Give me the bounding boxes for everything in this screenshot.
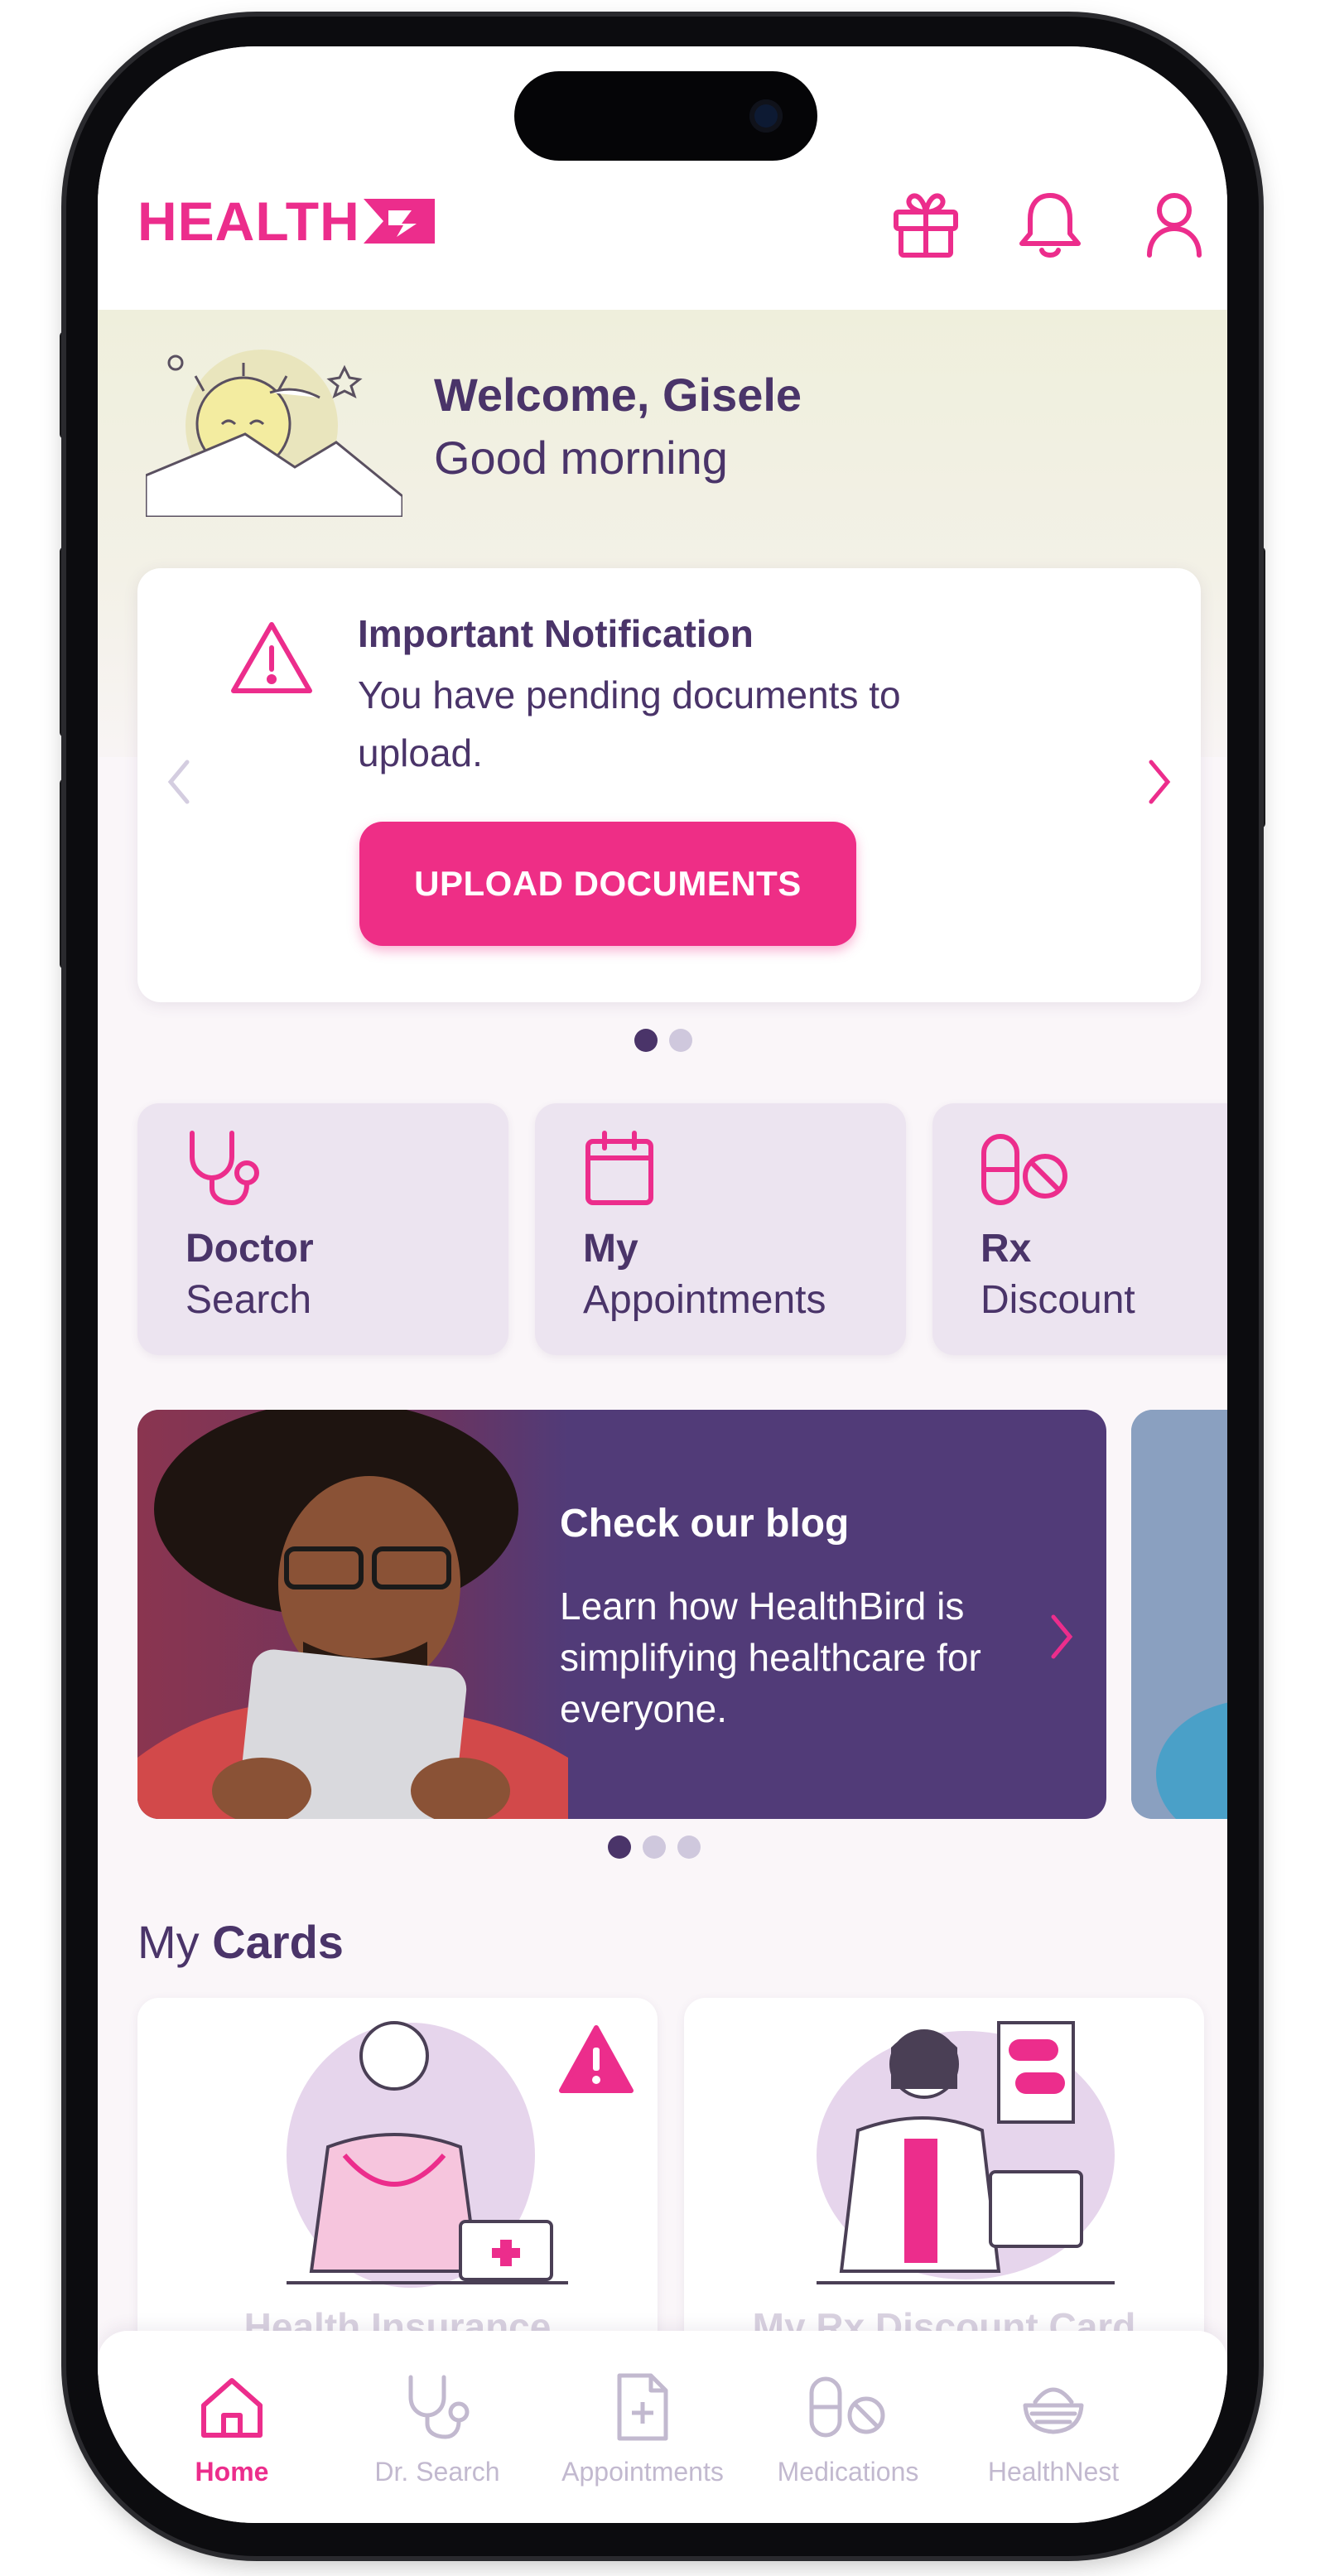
stethoscope-icon xyxy=(190,1131,259,1205)
tab-home[interactable]: Home xyxy=(129,2372,335,2487)
blog-card[interactable]: Check our blog Learn how HealthBird is s… xyxy=(137,1410,1106,1819)
healthbird-logo[interactable]: HEALTH xyxy=(137,187,435,255)
doctor-search-tile[interactable]: Doctor Search xyxy=(137,1103,508,1355)
stethoscope-icon xyxy=(408,2375,470,2439)
blog-title: Check our blog xyxy=(560,1502,850,1546)
tab-label: Medications xyxy=(777,2457,919,2487)
gift-icon[interactable] xyxy=(889,187,962,260)
notification-title: Important Notification xyxy=(358,612,754,655)
upload-documents-button[interactable]: UPLOAD DOCUMENTS xyxy=(359,822,856,946)
warning-icon xyxy=(231,622,312,693)
my-appointments-tile[interactable]: My Appointments xyxy=(535,1103,906,1355)
home-icon xyxy=(201,2378,263,2438)
chevron-right-icon[interactable] xyxy=(1143,757,1176,807)
heading-prefix: My xyxy=(137,1916,200,1968)
next-blog-card-peek[interactable] xyxy=(1131,1410,1227,1819)
tile-subtitle: Search xyxy=(186,1278,312,1322)
alert-warning-icon xyxy=(559,2025,634,2093)
chevron-right-icon[interactable] xyxy=(1047,1612,1077,1662)
tile-subtitle: Appointments xyxy=(583,1278,826,1322)
pharmacist-illustration xyxy=(817,2021,1115,2284)
sunrise-illustration xyxy=(146,350,402,517)
tab-healthnest[interactable]: HealthNest xyxy=(951,2372,1156,2487)
carousel-dot[interactable] xyxy=(643,1836,666,1859)
logo-text: HEALTH xyxy=(137,191,360,252)
rx-discount-tile[interactable]: Rx Discount xyxy=(932,1103,1227,1355)
tile-title: Doctor xyxy=(186,1227,314,1271)
blog-photo xyxy=(137,1410,568,1819)
welcome-title: Welcome, Gisele xyxy=(434,369,802,421)
bottom-tab-bar: Home Dr. Search Appointments Medications… xyxy=(98,2331,1227,2523)
tab-label: HealthNest xyxy=(987,2457,1120,2487)
carousel-dot[interactable] xyxy=(608,1836,631,1859)
document-plus-icon xyxy=(617,2373,668,2441)
carousel-dot[interactable] xyxy=(669,1029,692,1052)
calendar-icon xyxy=(585,1131,653,1205)
tile-subtitle: Discount xyxy=(980,1278,1135,1322)
user-icon[interactable] xyxy=(1138,187,1211,260)
notification-carousel-dots xyxy=(634,1029,692,1052)
tab-medications[interactable]: Medications xyxy=(745,2372,951,2487)
nest-icon xyxy=(1023,2387,1084,2434)
pills-icon xyxy=(809,2376,885,2438)
camera-icon xyxy=(749,99,783,133)
notification-body: You have pending documents to upload. xyxy=(358,673,901,774)
tab-dr-search[interactable]: Dr. Search xyxy=(335,2372,540,2487)
my-cards-heading: My Cards xyxy=(137,1915,344,1969)
pills-icon xyxy=(981,1134,1067,1205)
carousel-dot[interactable] xyxy=(677,1836,701,1859)
blog-body: Learn how HealthBird is simplifying heal… xyxy=(560,1585,981,1730)
bell-icon[interactable] xyxy=(1014,187,1086,260)
logo-bird-icon xyxy=(363,199,435,244)
blog-peek-photo xyxy=(1131,1410,1227,1819)
app-screen: HEALTH Welcome, Gisele Good morning Impo… xyxy=(98,46,1227,2523)
tab-label: Appointments xyxy=(561,2457,724,2487)
greeting-text: Good morning xyxy=(434,432,728,484)
tile-title: Rx xyxy=(980,1227,1032,1271)
blog-carousel-dots xyxy=(608,1836,701,1859)
tile-title: My xyxy=(583,1227,638,1271)
heading-bold: Cards xyxy=(212,1916,344,1968)
tab-label: Dr. Search xyxy=(374,2457,500,2487)
tab-label: Home xyxy=(195,2457,269,2487)
notification-card: Important Notification You have pending … xyxy=(137,568,1201,1002)
chevron-left-icon[interactable] xyxy=(162,757,195,807)
tab-appointments[interactable]: Appointments xyxy=(540,2372,745,2487)
dynamic-island xyxy=(514,71,817,161)
carousel-dot[interactable] xyxy=(634,1029,658,1052)
